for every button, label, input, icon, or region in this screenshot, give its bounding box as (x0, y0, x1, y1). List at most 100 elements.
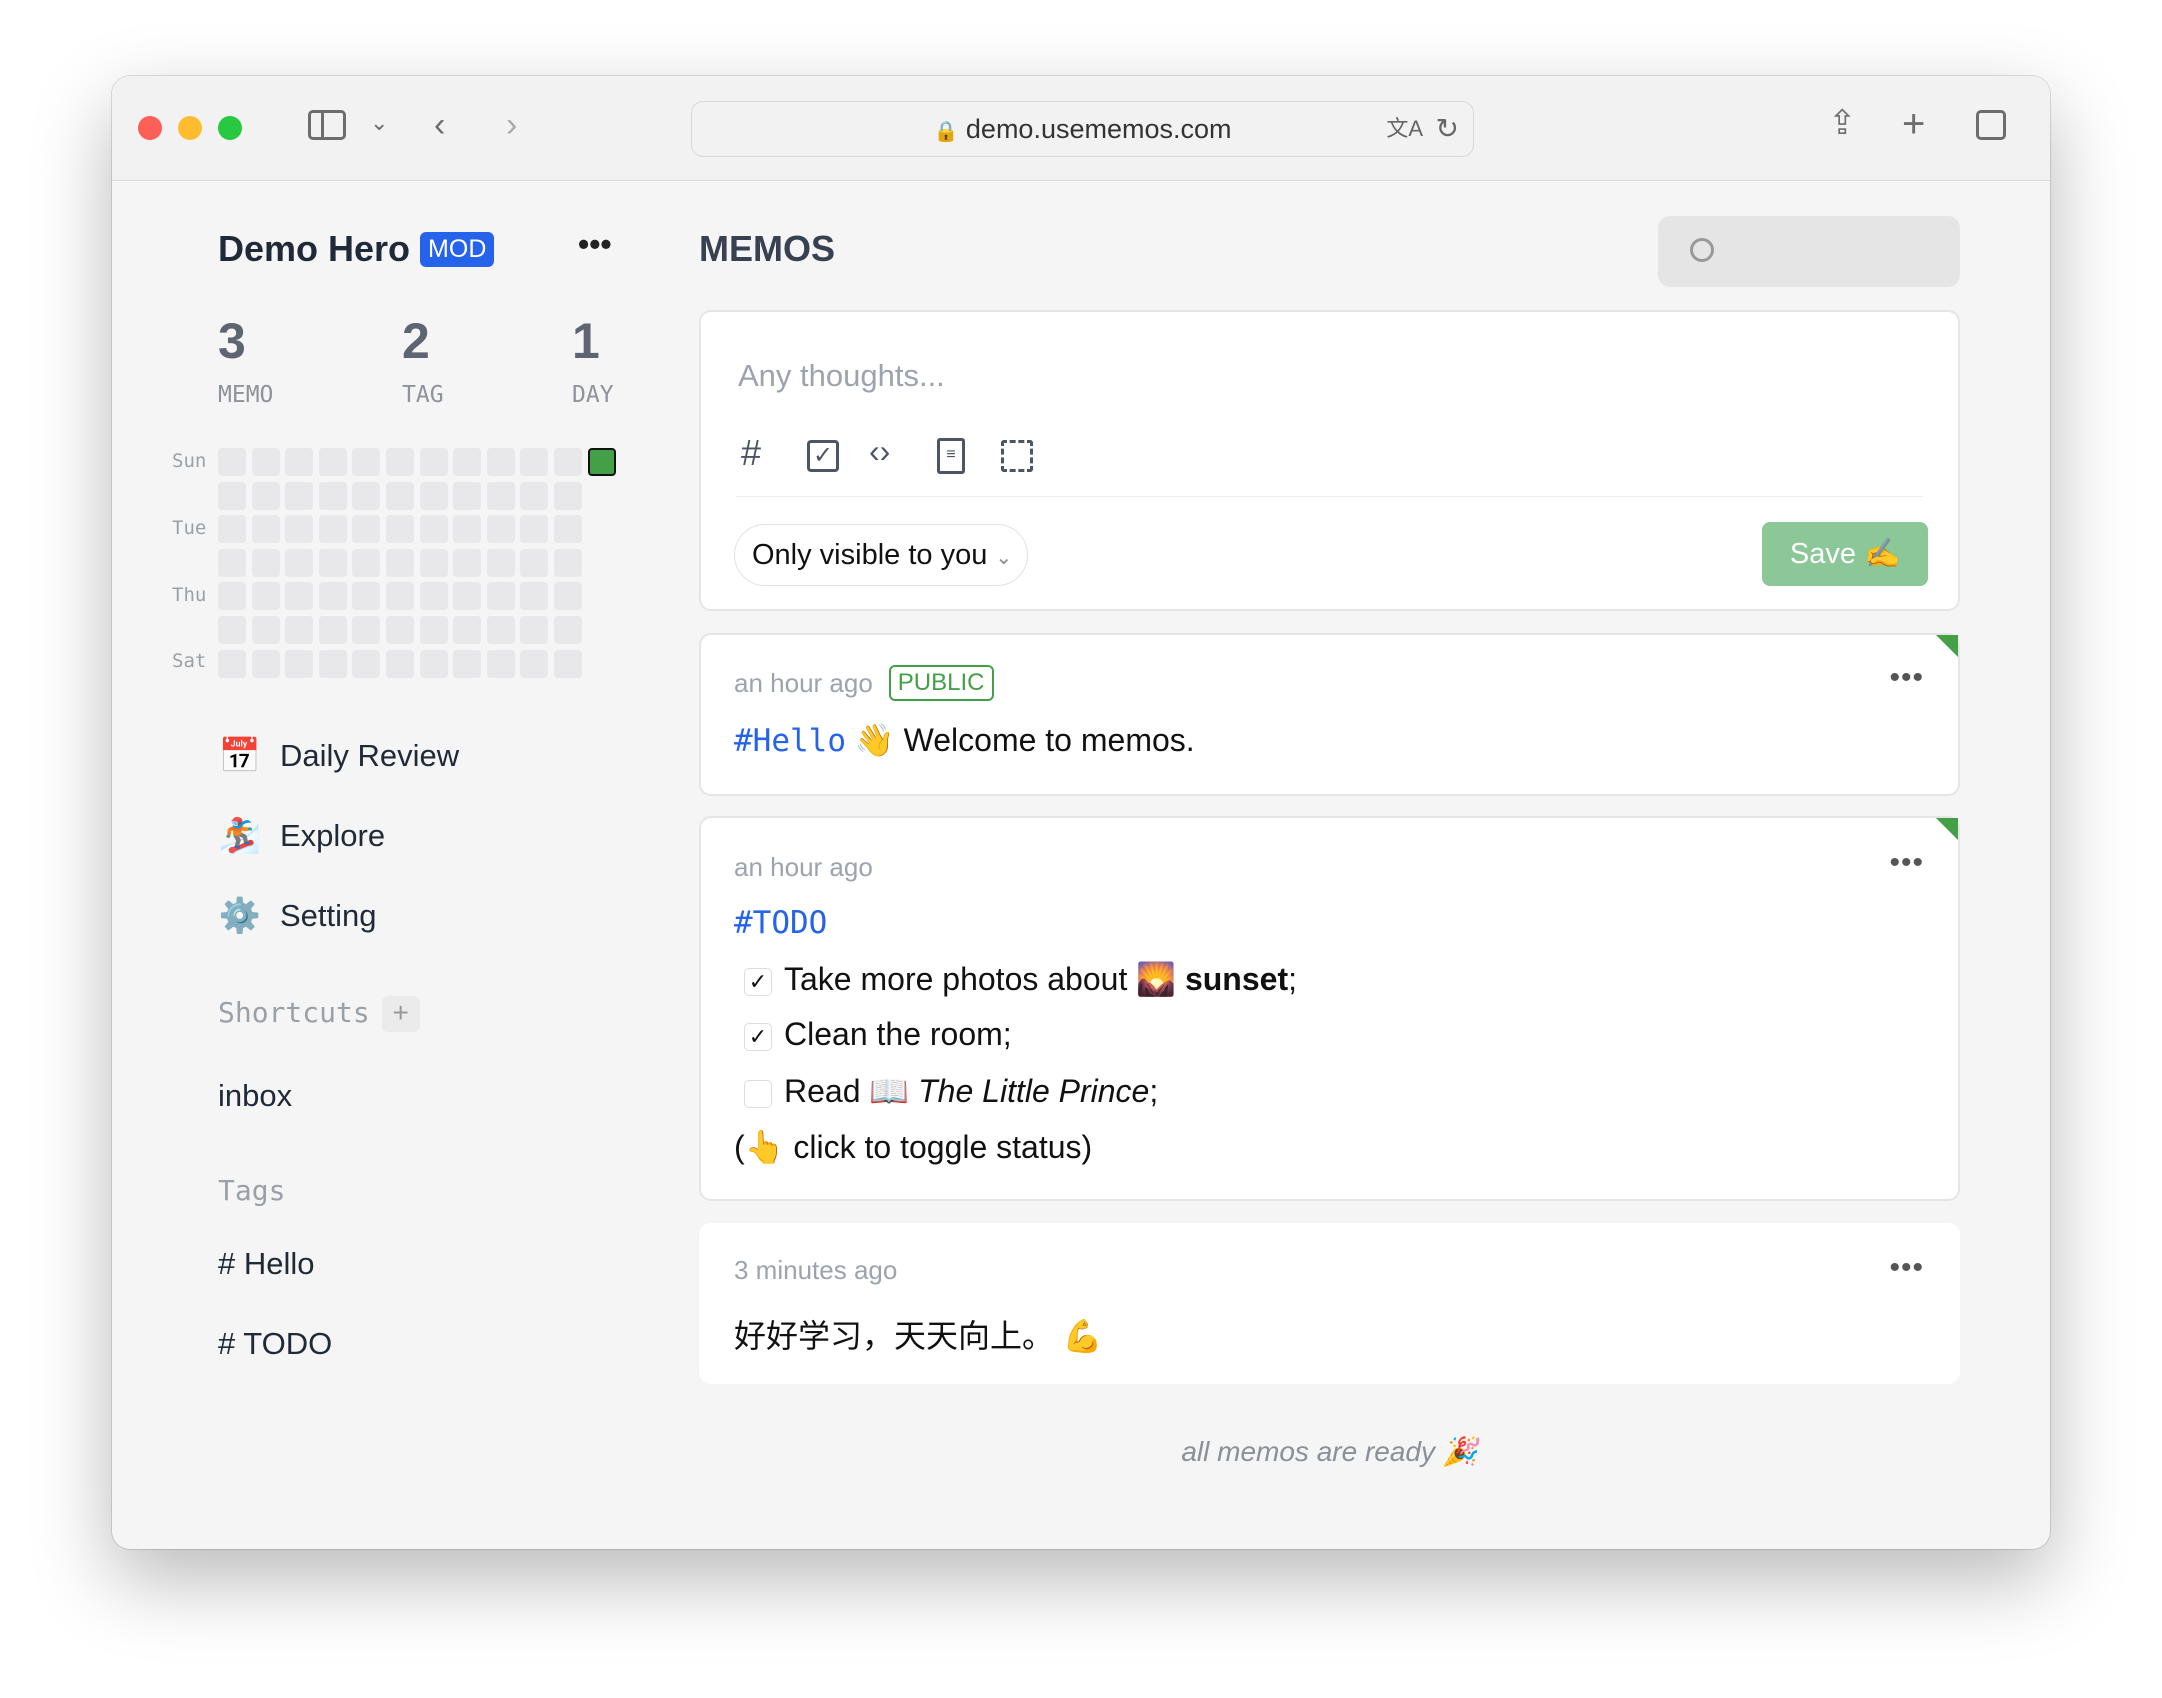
menu-setting[interactable]: ⚙️ Setting (218, 896, 377, 936)
heatmap-cell[interactable] (419, 448, 448, 476)
save-button[interactable]: Save ✍️ (1762, 522, 1928, 586)
heatmap-cell[interactable] (554, 448, 582, 476)
heatmap-cell[interactable] (352, 481, 381, 510)
heatmap-cell[interactable] (419, 481, 448, 510)
forward-icon[interactable]: › (506, 108, 517, 142)
shortcut-item[interactable]: inbox (218, 1078, 292, 1114)
heatmap-cell[interactable] (352, 515, 381, 544)
heatmap-cell[interactable] (453, 582, 482, 611)
heatmap-cell[interactable] (318, 481, 347, 510)
heatmap-cell[interactable] (419, 548, 448, 577)
heatmap-cell[interactable] (285, 481, 314, 510)
heatmap-cell[interactable] (318, 515, 347, 544)
heatmap-cell[interactable] (285, 448, 314, 476)
search-input[interactable] (1658, 216, 1960, 287)
heatmap-cell[interactable] (352, 548, 381, 577)
heatmap-cell[interactable] (554, 649, 582, 678)
heatmap-cell[interactable] (554, 548, 582, 577)
heatmap-cell[interactable] (218, 481, 246, 510)
heatmap-cell[interactable] (218, 548, 246, 577)
heatmap-cell[interactable] (352, 448, 381, 476)
tabs-overview-icon[interactable] (1976, 110, 2006, 140)
heatmap-cell[interactable] (251, 448, 280, 476)
heatmap-cell[interactable] (386, 649, 414, 678)
checkbox-icon[interactable]: ✓ (807, 440, 839, 472)
heatmap-cell[interactable] (453, 481, 482, 510)
hashtag-icon[interactable]: # (741, 435, 761, 471)
todo-checkbox-unchecked[interactable] (744, 1079, 772, 1108)
heatmap-cell[interactable] (554, 481, 582, 510)
editor-input[interactable]: Any thoughts... (738, 358, 945, 394)
heatmap-cell[interactable] (554, 616, 582, 644)
heatmap-cell[interactable] (386, 582, 414, 611)
heatmap-cell[interactable] (318, 616, 347, 644)
minimize-button[interactable] (178, 116, 202, 140)
heatmap-cell[interactable] (419, 649, 448, 678)
heatmap-cell[interactable] (453, 616, 482, 644)
address-bar[interactable]: 🔒 demo.usememos.com 文A ↻ (691, 101, 1474, 157)
memo-tag[interactable]: #Hello (734, 723, 846, 759)
more-options-icon[interactable]: ••• (1889, 1251, 1924, 1285)
heatmap-cell[interactable] (386, 548, 414, 577)
heatmap-cell[interactable] (251, 548, 280, 577)
heatmap-cell[interactable] (554, 515, 582, 544)
heatmap-cell[interactable] (453, 649, 482, 678)
heatmap-cell[interactable] (251, 649, 280, 678)
heatmap-cell[interactable] (352, 649, 381, 678)
heatmap-cell[interactable] (486, 582, 515, 611)
heatmap-cell[interactable] (251, 515, 280, 544)
heatmap-cell[interactable] (285, 548, 314, 577)
code-icon[interactable]: ‹› (869, 435, 890, 467)
todo-checkbox-checked[interactable]: ✓ (744, 967, 772, 996)
heatmap-cell[interactable] (453, 548, 482, 577)
heatmap-cell[interactable] (285, 616, 314, 644)
sidebar-toggle-icon[interactable] (308, 110, 346, 140)
menu-explore[interactable]: 🏂 Explore (218, 816, 385, 856)
heatmap-cell[interactable] (486, 515, 515, 544)
chevron-down-icon[interactable]: ⌄ (370, 112, 388, 134)
heatmap-cell[interactable] (520, 649, 549, 678)
heatmap-cell[interactable] (352, 616, 381, 644)
add-shortcut-button[interactable]: + (381, 996, 420, 1032)
heatmap-cell[interactable] (520, 448, 549, 476)
heatmap-cell[interactable] (318, 582, 347, 611)
heatmap-cell[interactable] (218, 616, 246, 644)
heatmap-cell[interactable] (285, 649, 314, 678)
zoom-button[interactable] (218, 116, 242, 140)
heatmap-cell[interactable] (419, 582, 448, 611)
heatmap-cell[interactable] (386, 481, 414, 510)
heatmap-cell[interactable] (251, 481, 280, 510)
heatmap-cell[interactable] (520, 548, 549, 577)
heatmap-cell[interactable] (218, 582, 246, 611)
reload-icon[interactable]: ↻ (1436, 102, 1459, 156)
heatmap-cell[interactable] (318, 649, 347, 678)
heatmap-cell[interactable] (285, 515, 314, 544)
tag-item-todo[interactable]: # TODO (218, 1326, 332, 1362)
heatmap-cell[interactable] (554, 582, 582, 611)
heatmap-cell[interactable] (453, 515, 482, 544)
heatmap-cell[interactable] (218, 649, 246, 678)
visibility-select[interactable]: Only visible to you ⌄ (734, 524, 1028, 586)
heatmap-cell[interactable] (386, 616, 414, 644)
heatmap-cell[interactable] (419, 515, 448, 544)
heatmap-cell[interactable] (520, 515, 549, 544)
heatmap-cell[interactable] (587, 448, 616, 476)
translate-icon[interactable]: 文A (1386, 102, 1423, 156)
user-banner[interactable]: Demo Hero MOD (218, 228, 495, 270)
close-button[interactable] (138, 116, 162, 140)
heatmap-cell[interactable] (419, 616, 448, 644)
heatmap-cell[interactable] (251, 616, 280, 644)
heatmap-cell[interactable] (318, 448, 347, 476)
file-icon[interactable]: ≡ (937, 438, 965, 474)
heatmap-cell[interactable] (520, 616, 549, 644)
new-tab-icon[interactable]: + (1902, 104, 1925, 144)
share-icon[interactable]: ⇪ (1828, 106, 1857, 140)
more-options-icon[interactable]: ••• (578, 226, 612, 263)
heatmap-cell[interactable] (486, 481, 515, 510)
heatmap-cell[interactable] (386, 448, 414, 476)
heatmap-cell[interactable] (285, 582, 314, 611)
heatmap-cell[interactable] (318, 548, 347, 577)
heatmap-cell[interactable] (486, 448, 515, 476)
todo-checkbox-checked[interactable]: ✓ (744, 1022, 772, 1051)
more-options-icon[interactable]: ••• (1889, 846, 1924, 880)
